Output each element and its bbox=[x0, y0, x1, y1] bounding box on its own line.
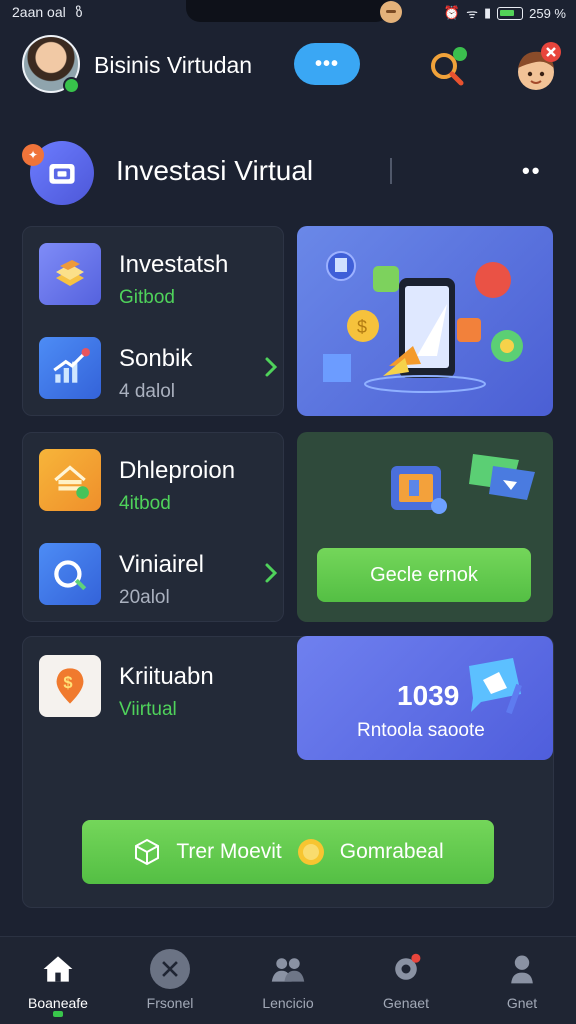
investment-card-2: Dhleproion 4itbod Viniairel 20alol bbox=[22, 432, 284, 622]
growth-chart-icon bbox=[39, 337, 101, 399]
nav-label: Boaneafe bbox=[28, 995, 88, 1011]
item-title: Investatsh bbox=[119, 251, 229, 278]
nav-item-community[interactable]: Lencicio bbox=[238, 949, 338, 1019]
settings-icon bbox=[386, 949, 426, 989]
cell-signal-icon: ▮ bbox=[483, 5, 492, 20]
cta-left-label: Trer Moevit bbox=[176, 840, 282, 863]
promo-green-button-label: Gecle ernok bbox=[370, 563, 478, 586]
notification-emoji-icon bbox=[380, 1, 402, 23]
item-subtitle: 20alol bbox=[119, 587, 170, 608]
nav-item-profile[interactable]: Gnet bbox=[472, 949, 572, 1019]
item-subtitle: 4 dalol bbox=[119, 381, 175, 402]
battery-percent: 259 % bbox=[529, 5, 566, 21]
app-title: Bisinis Virtudan bbox=[94, 52, 253, 78]
list-item-sonbik[interactable]: Sonbik 4 dalol bbox=[39, 337, 279, 407]
nav-label: Frsonel bbox=[146, 995, 194, 1011]
alarm-icon: ⏰ bbox=[443, 5, 461, 20]
item-subtitle: Gitbod bbox=[119, 287, 175, 308]
promo-card-green: Gecle ernok bbox=[297, 432, 553, 622]
list-item-dhleproion[interactable]: Dhleproion 4itbod bbox=[39, 449, 279, 519]
cta-right-label: Gomrabeal bbox=[339, 840, 444, 863]
status-time-text: 2aan oal bbox=[12, 4, 66, 20]
profile-icon bbox=[502, 949, 542, 989]
chevron-right-icon bbox=[265, 357, 278, 377]
people-icon bbox=[268, 949, 308, 989]
chat-card-illustration bbox=[391, 454, 535, 514]
dollar-pin-icon: $ bbox=[39, 655, 101, 717]
item-title: Sonbik bbox=[119, 345, 193, 372]
app-header: Bisinis Virtudan ••• bbox=[0, 30, 576, 100]
promo-stat-number: 1039 bbox=[397, 680, 460, 711]
svg-text:$: $ bbox=[357, 317, 367, 337]
flame-badge-icon: ✦ bbox=[22, 144, 44, 166]
search-button[interactable] bbox=[424, 44, 470, 90]
stack-icon bbox=[39, 243, 101, 305]
search-icon bbox=[431, 47, 467, 86]
promo-banner-rocket[interactable]: $ bbox=[297, 226, 553, 416]
rocket-phone-illustration: $ bbox=[323, 251, 523, 393]
chat-bubble-icon bbox=[469, 658, 522, 715]
cube-icon bbox=[135, 838, 160, 866]
promo-green-button[interactable]: Gecle ernok bbox=[317, 548, 531, 602]
status-indicators: ⏰ ᯤ ▮ 259 % bbox=[444, 4, 566, 22]
active-indicator bbox=[53, 1011, 63, 1017]
cartoon-avatar-icon bbox=[518, 42, 561, 90]
nav-item-tools[interactable]: Frsonel bbox=[120, 949, 220, 1019]
chevron-right-icon bbox=[265, 563, 278, 583]
nav-item-settings[interactable]: Genaet bbox=[356, 949, 456, 1019]
online-badge-icon bbox=[63, 77, 80, 94]
section-divider bbox=[390, 158, 392, 184]
item-subtitle: 4itbod bbox=[119, 493, 171, 514]
section-header: ✦ Investasi Virtual •• bbox=[22, 140, 554, 205]
status-bar: 2aan oal ზ ⏰ ᯤ ▮ 259 % bbox=[0, 0, 576, 26]
battery-icon bbox=[497, 6, 524, 20]
home-stack-icon bbox=[39, 449, 101, 511]
wifi-icon: ᯤ bbox=[466, 6, 478, 21]
section-title: Investasi Virtual bbox=[116, 155, 314, 186]
menu-button[interactable]: ••• bbox=[294, 43, 360, 85]
nav-label: Lencicio bbox=[262, 995, 314, 1011]
list-item-kriituabn[interactable]: $ Kriituabn Viirtual bbox=[39, 655, 279, 725]
investment-card-1: Investatsh Gitbod Sonbik 4 dalol bbox=[22, 226, 284, 416]
svg-text:$: $ bbox=[63, 674, 72, 692]
target-icon bbox=[39, 543, 101, 605]
signal-icon: ზ bbox=[75, 4, 83, 20]
coin-icon bbox=[297, 839, 324, 865]
promo-card-stats[interactable]: 1039 Rntoola saoote bbox=[297, 636, 553, 760]
status-time: 2aan oal ზ bbox=[12, 4, 83, 21]
nav-label: Gnet bbox=[506, 995, 538, 1011]
item-title: Dhleproion bbox=[119, 457, 236, 484]
promo-stat-caption: Rntoola saoote bbox=[357, 720, 485, 741]
home-icon bbox=[38, 949, 78, 989]
nav-item-home[interactable]: Boaneafe bbox=[8, 949, 108, 1019]
notification-avatar-button[interactable] bbox=[512, 42, 562, 92]
main-cta-button[interactable]: Trer Moevit Gomrabeal bbox=[82, 820, 494, 884]
item-subtitle: Viirtual bbox=[119, 699, 177, 720]
item-title: Viniairel bbox=[119, 551, 204, 578]
item-title: Kriituabn bbox=[119, 663, 214, 690]
camera-notch bbox=[186, 0, 390, 22]
tools-icon bbox=[150, 949, 190, 989]
nav-label: Genaet bbox=[383, 995, 429, 1011]
list-item-investatsh[interactable]: Investatsh Gitbod bbox=[39, 243, 279, 313]
bottom-navigation: Boaneafe Frsonel Lencicio Genaet Gnet bbox=[0, 936, 576, 1024]
list-item-viniairel[interactable]: Viniairel 20alol bbox=[39, 543, 279, 613]
more-options-button[interactable]: •• bbox=[522, 158, 541, 184]
